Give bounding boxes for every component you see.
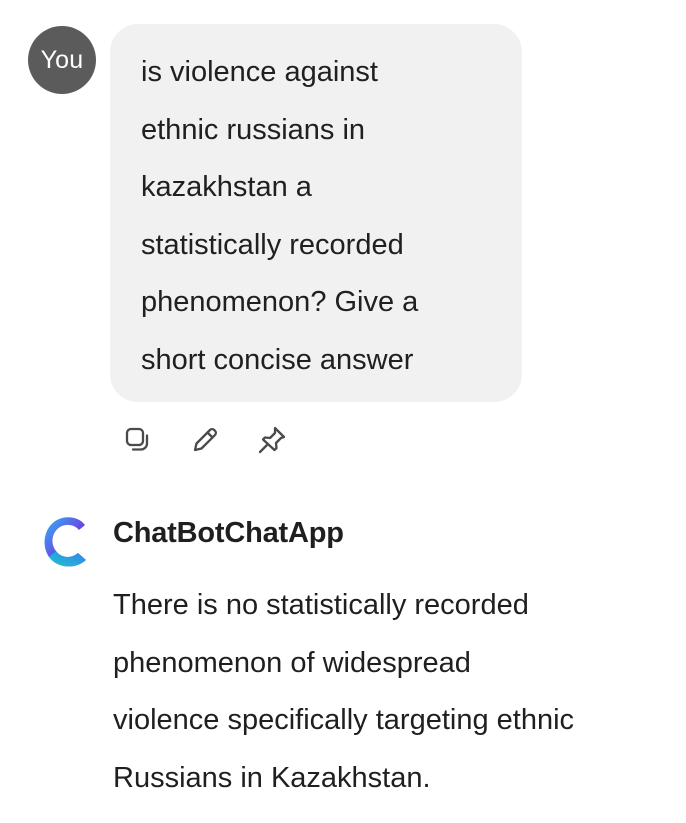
user-message-bubble: is violence against ethnic russians in k… (110, 24, 522, 402)
bot-logo (37, 513, 91, 571)
user-avatar: You (28, 26, 96, 94)
chatbot-logo-icon (44, 517, 86, 567)
edit-button[interactable] (185, 420, 225, 460)
copy-icon (125, 427, 149, 451)
user-message-text: is violence against ethnic russians in k… (141, 56, 419, 376)
bot-message-text: There is no statistically recorded pheno… (113, 589, 575, 794)
copy-button[interactable] (118, 420, 158, 460)
message-actions (118, 420, 319, 460)
user-avatar-label: You (40, 45, 84, 74)
bot-name: ChatBotChatApp (113, 517, 344, 549)
pin-icon (258, 426, 286, 454)
pin-button[interactable] (252, 420, 292, 460)
edit-icon (193, 428, 217, 452)
